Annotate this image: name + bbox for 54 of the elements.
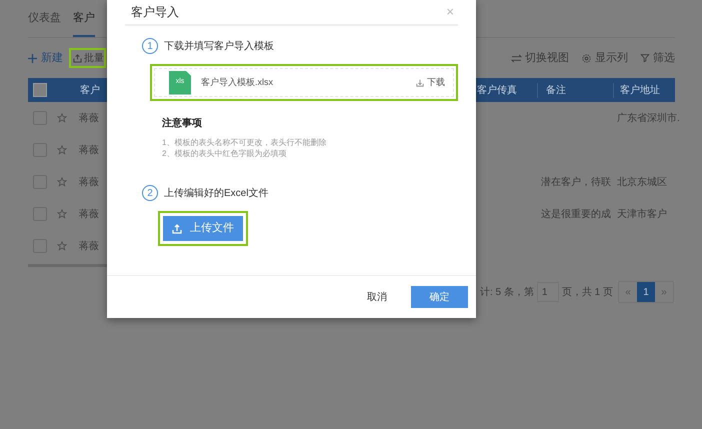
upload-icon [172,224,182,234]
nav-tab[interactable]: 客户 [73,10,95,37]
star-icon[interactable] [57,209,67,219]
import-icon [73,54,82,62]
page-input[interactable]: 1 [536,282,559,302]
toolbar-button[interactable]: 筛选 [640,50,675,66]
table-cell-text: 蒋薇 [79,208,99,222]
star-icon[interactable] [57,113,67,123]
step-number: 1 [142,38,158,54]
swap-icon [511,54,522,62]
column-header: 客户 [80,84,100,98]
pagination-summary: 计: 5 条，第 [480,286,534,300]
close-button[interactable]: × [446,2,454,22]
table-cell-text: 这是很重要的成 [541,208,611,222]
table-cell-text: 天津市客户 [617,208,667,222]
table-cell-text: 北京东城区 [617,176,667,190]
table-cell-text: 蒋薇 [79,240,99,254]
batch-import-button[interactable]: 批量 [69,48,106,68]
confirm-button[interactable]: 确定 [411,286,468,308]
gear-icon [581,52,592,64]
column-header: 客户地址 [613,82,675,98]
table-cell-text: 蒋薇 [79,112,99,126]
step-number: 2 [142,185,158,201]
dialog-title: 客户导入 [131,4,179,21]
cancel-button[interactable]: 取消 [357,286,397,308]
note-line: 2、模板的表头中红色字眼为必填项 [162,148,288,159]
pagination-total: 页，共 1 页 [562,286,613,300]
toolbar-button[interactable]: 显示列 [581,50,628,66]
next-page-button[interactable]: » [655,282,673,302]
column-header: 备注 [537,82,613,98]
download-icon [416,78,424,86]
column-header: 客户传真 [477,84,518,98]
step-label: 上传编辑好的Excel文件 [164,186,268,200]
star-icon[interactable] [57,145,67,155]
note-line: 1、模板的表头名称不可更改，表头行不能删除 [162,137,328,148]
toolbar-button[interactable]: 切换视图 [511,50,569,66]
file-name: 客户导入模板.xlsx [201,76,273,89]
new-button[interactable]: 新建 [28,50,63,66]
table-cell-text: 广东省深圳市. [617,112,680,126]
plus-icon [28,54,37,62]
select-all-checkbox[interactable] [33,83,47,97]
table-cell-text: 蒋薇 [79,176,99,190]
notes-title: 注意事项 [162,116,203,131]
page-button[interactable]: 1 [637,282,655,302]
table-cell-text: 潜在客户，待联 [541,176,611,190]
nav-tab[interactable]: 仪表盘 [28,10,61,37]
download-link[interactable]: 下载 [416,76,445,90]
table-cell-text: 蒋薇 [79,144,99,158]
prev-page-button[interactable]: « [619,282,637,302]
filter-icon [640,53,650,63]
star-icon[interactable] [57,177,67,187]
upload-button[interactable]: 上传文件 [163,216,243,241]
step-label: 下载并填写客户导入模板 [164,40,274,54]
star-icon[interactable] [57,241,67,251]
